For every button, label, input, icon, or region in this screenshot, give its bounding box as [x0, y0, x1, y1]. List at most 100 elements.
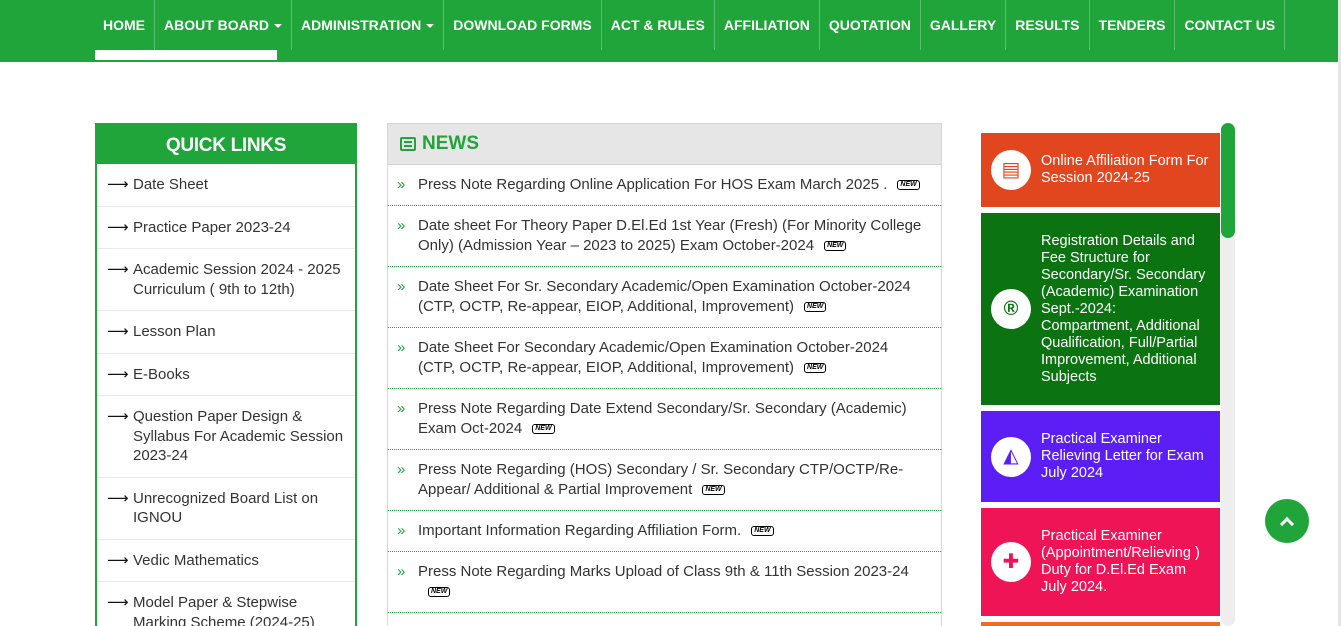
double-chevron-right-icon: » [397, 339, 406, 356]
news-item-label: Press Note Regarding (HOS) Secondary / S… [418, 461, 904, 498]
news-panel: NEWS » Press Note Regarding Online Applic… [387, 123, 942, 626]
quick-links-list: ⟶ Date Sheet ⟶ Practice Paper 2023-24 ⟶ Acade… [97, 164, 355, 626]
nav-item-act-rules[interactable]: ACT & RULES [602, 0, 715, 50]
double-chevron-right-icon: » [397, 563, 406, 580]
nav-menu: HOME ABOUT BOARD ADMINISTRATION DOWNLOAD FO… [95, 0, 1286, 50]
notice-card[interactable]: ✚ Practical Examiner (Appointment/Relievi… [981, 508, 1220, 616]
quick-link-label: E-Books [133, 365, 190, 383]
nav-item-label: ACT & RULES [610, 17, 705, 33]
news-item-label: Date Sheet For Sr. Secondary Academic/Op… [418, 278, 911, 315]
quick-link-label: Vedic Mathematics [133, 551, 259, 569]
quick-link-label: Date Sheet [133, 176, 209, 193]
notice-card[interactable] [981, 622, 1220, 626]
notice-cards: ▤ Online Affiliation Form For Session 202… [981, 133, 1220, 626]
double-chevron-right-icon: » [397, 522, 406, 539]
nav-item-about-board[interactable]: ABOUT BOARD [155, 0, 292, 50]
notice-card-label: Registration Details and Fee Structure f… [1041, 232, 1206, 385]
arrow-right-icon: ⟶ [107, 408, 129, 425]
news-item[interactable]: » Important Information Regarding Affilia… [388, 511, 941, 552]
quick-link-label: Lesson Plan [133, 323, 216, 340]
nav-item-label: HOME [103, 17, 145, 33]
quick-link-item[interactable]: ⟶ Practice Paper 2023-24 [97, 207, 355, 249]
quick-link-item[interactable]: ⟶ E-Books [97, 354, 355, 396]
new-badge: NEW [897, 180, 920, 191]
new-badge: NEW [804, 363, 827, 374]
quick-link-item[interactable]: ⟶ Academic Session 2024 - 2025 Curriculum… [97, 249, 355, 311]
news-item[interactable]: » Press Note Regarding Date Extend Second… [388, 389, 941, 450]
news-item[interactable]: » Press Note Regarding Marks Upload of Cl… [388, 552, 941, 613]
news-item-text: Press Note Regarding (HOS) Secondary / S… [418, 460, 927, 500]
nav-item-download-forms[interactable]: DOWNLOAD FORMS [444, 0, 602, 50]
nav-item-gallery[interactable]: GALLERY [921, 0, 1007, 50]
page: HOME ABOUT BOARD ADMINISTRATION DOWNLOAD FO… [0, 0, 1341, 626]
arrow-right-icon: ⟶ [107, 176, 129, 193]
ambulance-icon: ✚ [991, 542, 1031, 582]
nav-item-label: RESULTS [1015, 17, 1080, 33]
arrow-right-icon: ⟶ [107, 218, 129, 236]
registered-icon: ® [991, 289, 1031, 329]
nav-item-label: DOWNLOAD FORMS [453, 17, 592, 33]
news-item[interactable]: » Press Note Regarding Online Application… [388, 165, 941, 206]
quick-links-panel: QUICK LINKS ⟶ Date Sheet ⟶ Practice Paper 2… [95, 123, 357, 626]
quick-links-title: QUICK LINKS [97, 125, 355, 164]
list-icon [400, 137, 416, 151]
double-chevron-right-icon: » [397, 176, 406, 193]
news-item-label: Press Note Regarding Date Extend Seconda… [418, 400, 907, 437]
notice-card[interactable]: ® Registration Details and Fee Structure … [981, 213, 1220, 405]
nav-item-tenders[interactable]: TENDERS [1090, 0, 1176, 50]
arrow-right-icon: ⟶ [107, 594, 129, 611]
caret-down-icon [426, 24, 435, 28]
nav-item-label: CONTACT US [1184, 17, 1276, 33]
nav-item-administration[interactable]: ADMINISTRATION [292, 0, 445, 50]
news-list: » Press Note Regarding Online Application… [388, 165, 941, 626]
arrow-right-icon: ⟶ [107, 323, 129, 340]
notice-card[interactable]: ▤ Online Affiliation Form For Session 202… [981, 133, 1220, 207]
news-item-text: Press Note Regarding Online Application … [418, 175, 927, 195]
news-item-label: Press Note Regarding Online Application … [418, 176, 888, 193]
double-chevron-right-icon: » [397, 278, 406, 295]
news-item-label: Press Note Regarding Marks Upload of Cla… [418, 563, 909, 580]
nav-item-label: ADMINISTRATION [301, 17, 422, 33]
notice-card-label: Practical Examiner Relieving Letter for … [1041, 431, 1204, 481]
quick-link-item[interactable]: ⟶ Unrecognized Board List on IGNOU [97, 478, 355, 540]
news-item-label: Important Information Regarding Affiliat… [418, 522, 742, 539]
news-item-text: Date Sheet For Sr. Secondary Academic/Op… [418, 277, 927, 317]
quick-link-item[interactable]: ⟶ Model Paper & Stepwise Marking Scheme (… [97, 582, 355, 626]
new-badge: NEW [532, 424, 555, 435]
news-header: NEWS [388, 124, 941, 165]
double-chevron-right-icon: » [397, 217, 406, 234]
nav-item-home[interactable]: HOME [95, 0, 155, 50]
new-badge: NEW [804, 302, 827, 313]
quick-link-item[interactable]: ⟶ Question Paper Design & Syllabus For Ac… [97, 396, 355, 478]
arrow-right-icon: ⟶ [107, 261, 129, 278]
arrow-right-icon: ⟶ [107, 489, 129, 507]
news-item[interactable]: » Date Sheet For Sr. Secondary Academic/O… [388, 267, 941, 328]
news-item[interactable]: »Press Note Regarding New Center Creatio… [388, 613, 941, 626]
quick-link-item[interactable]: ⟶ Vedic Mathematics [97, 540, 355, 582]
news-item-text: Press Note Regarding Date Extend Seconda… [418, 399, 927, 439]
nav-item-label: QUOTATION [828, 17, 911, 33]
nav-item-results[interactable]: RESULTS [1006, 0, 1090, 50]
news-item-text: Press Note Regarding Marks Upload of Cla… [418, 562, 927, 602]
news-item[interactable]: » Press Note Regarding (HOS) Secondary / … [388, 450, 941, 511]
notice-card-label: Practical Examiner (Appointment/Relievin… [1041, 528, 1200, 595]
active-nav-indicator [95, 50, 277, 60]
id-card-icon: ▤ [991, 150, 1031, 190]
new-badge: NEW [824, 241, 847, 252]
caret-down-icon [274, 24, 282, 28]
nav-item-affiliation[interactable]: AFFILIATION [715, 0, 820, 50]
arrow-right-icon: ⟶ [107, 551, 129, 569]
notice-card-label: Online Affiliation Form For Session 2024… [1041, 153, 1209, 186]
back-to-top-button[interactable] [1265, 499, 1309, 543]
news-item[interactable]: » Date sheet For Theory Paper D.El.Ed 1st… [388, 206, 941, 267]
notice-card[interactable]: ◭ Practical Examiner Relieving Letter for… [981, 411, 1220, 502]
area-chart-icon: ◭ [991, 436, 1031, 477]
quick-link-item[interactable]: ⟶ Date Sheet [97, 164, 355, 207]
nav-item-label: TENDERS [1098, 17, 1166, 33]
nav-item-contact-us[interactable]: CONTACT US [1175, 0, 1286, 50]
quick-link-label: Unrecognized Board List on IGNOU [133, 489, 319, 527]
news-item[interactable]: » Date Sheet For Secondary Academic/Open … [388, 328, 941, 389]
cards-scrollbar-thumb[interactable] [1221, 123, 1235, 238]
quick-link-item[interactable]: ⟶ Lesson Plan [97, 311, 355, 354]
nav-item-quotation[interactable]: QUOTATION [820, 0, 921, 50]
